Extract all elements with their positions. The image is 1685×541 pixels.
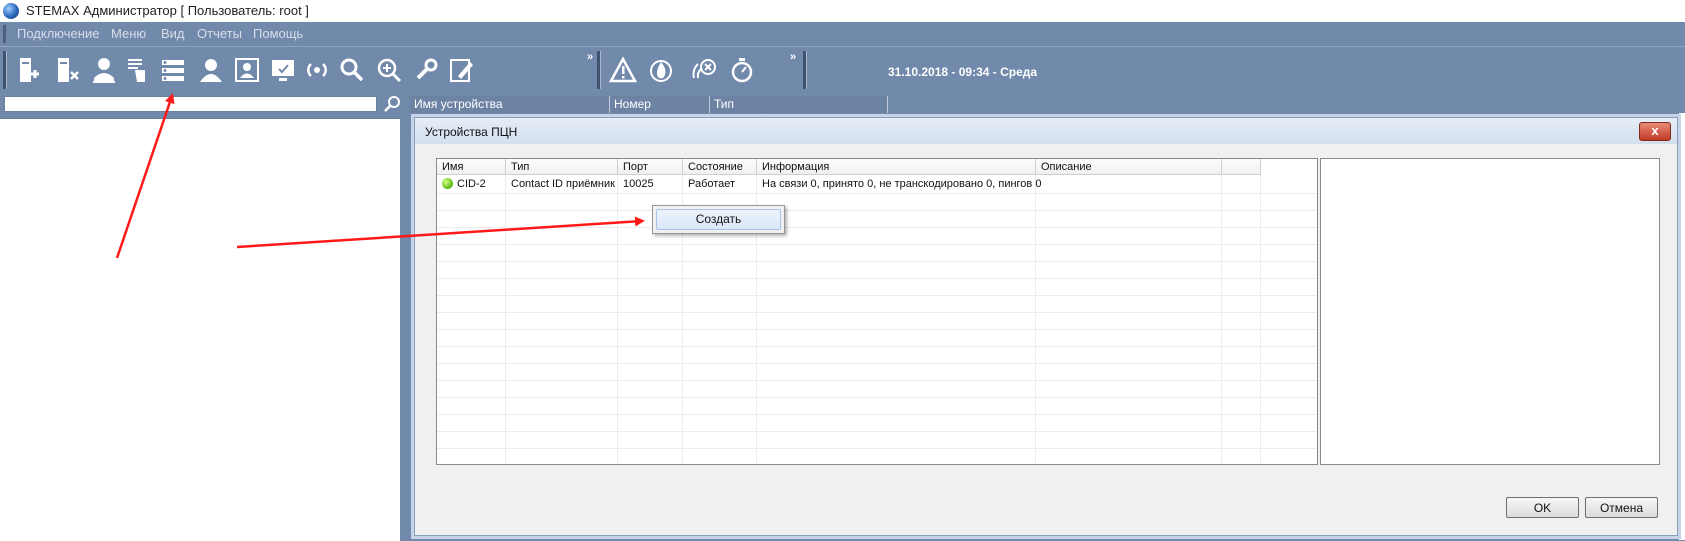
toolbar: » » 31.10.2018 - 09:34 - Среда xyxy=(0,46,1685,93)
main-grid-edge xyxy=(1679,113,1685,540)
menu-reports[interactable]: Отчеты xyxy=(197,26,242,41)
toolbar-separator xyxy=(803,51,807,89)
column-type[interactable]: Тип xyxy=(506,159,618,175)
toolbar-separator xyxy=(597,51,601,89)
table-row xyxy=(437,363,1317,381)
monitor-check-icon[interactable] xyxy=(268,55,298,85)
warning-icon[interactable] xyxy=(608,55,638,85)
menu-view[interactable]: Вид xyxy=(161,26,185,41)
dialog-title: Устройства ПЦН xyxy=(425,125,518,139)
column-state[interactable]: Состояние xyxy=(683,159,757,175)
table-row xyxy=(437,278,1317,296)
table-row xyxy=(437,210,1317,228)
device-name-cell: CID-2 xyxy=(437,176,486,193)
cancel-button[interactable]: Отмена xyxy=(1585,497,1658,518)
no-signal-icon[interactable] xyxy=(689,55,719,85)
table-row xyxy=(437,414,1317,432)
search-icon[interactable] xyxy=(337,55,367,85)
signal-icon[interactable] xyxy=(302,55,332,85)
ok-button[interactable]: OK xyxy=(1506,497,1579,518)
device-name: CID-2 xyxy=(457,178,486,190)
column-name[interactable]: Имя xyxy=(437,159,506,175)
device-type: Contact ID приёмник xyxy=(511,178,615,190)
table-row xyxy=(437,193,1317,211)
column-port[interactable]: Порт xyxy=(618,159,683,175)
close-icon[interactable]: x xyxy=(1639,122,1671,141)
table-row xyxy=(437,397,1317,415)
user-card-icon[interactable] xyxy=(232,55,262,85)
dialog-title-bar: Устройства ПЦН x xyxy=(415,118,1677,144)
toolbar-separator xyxy=(3,51,7,89)
table-row xyxy=(437,227,1317,245)
hand-list-icon[interactable] xyxy=(124,55,154,85)
server-list-icon[interactable] xyxy=(158,55,188,85)
user-stamp-icon[interactable] xyxy=(89,55,119,85)
table-row xyxy=(437,346,1317,364)
datetime-label: 31.10.2018 - 09:34 - Среда xyxy=(888,65,1038,79)
column-filler xyxy=(1222,159,1261,175)
device-state: Работает xyxy=(688,178,736,190)
device-search-input[interactable] xyxy=(4,96,377,112)
device-tree-panel[interactable] xyxy=(0,118,400,541)
context-menu-create[interactable]: Создать xyxy=(656,209,781,230)
pcn-devices-dialog: Устройства ПЦН x Имя Тип Порт Состояние … xyxy=(414,117,1678,536)
menu-menu[interactable]: Меню xyxy=(111,26,146,41)
app-globe-icon xyxy=(3,3,19,19)
context-menu: Создать xyxy=(652,205,785,234)
column-device-name[interactable]: Имя устройства xyxy=(410,96,610,113)
column-type[interactable]: Тип xyxy=(710,96,888,113)
table-row[interactable]: CID-2 Contact ID приёмник 10025 Работает… xyxy=(437,176,1317,194)
device-port: 10025 xyxy=(623,178,654,190)
user-icon[interactable] xyxy=(196,55,226,85)
menu-grip xyxy=(3,25,6,43)
table-row xyxy=(437,431,1317,449)
menu-connection[interactable]: Подключение xyxy=(17,26,99,41)
toolbar-overflow-chevron-2[interactable]: » xyxy=(790,51,796,63)
table-row xyxy=(437,244,1317,262)
table-row xyxy=(437,329,1317,347)
description-panel[interactable] xyxy=(1320,158,1660,465)
stopwatch-icon[interactable] xyxy=(727,55,757,85)
device-remove-icon[interactable] xyxy=(52,55,82,85)
wrench-icon[interactable] xyxy=(411,55,441,85)
device-info: На связи 0, принято 0, не транскодирован… xyxy=(762,178,1042,190)
devices-table[interactable]: Имя Тип Порт Состояние Информация Описан… xyxy=(436,158,1318,465)
window-title: STEMAX Администратор [ Пользователь: roo… xyxy=(26,3,309,18)
column-description[interactable]: Описание xyxy=(1036,159,1222,175)
fire-icon[interactable] xyxy=(646,55,676,85)
title-bar: STEMAX Администратор [ Пользователь: roo… xyxy=(0,0,1685,23)
table-row xyxy=(437,312,1317,330)
search-icon[interactable] xyxy=(382,94,402,114)
menu-help[interactable]: Помощь xyxy=(253,26,303,41)
table-row xyxy=(437,295,1317,313)
menu-bar: Подключение Меню Вид Отчеты Помощь xyxy=(0,22,1685,46)
device-connect-icon[interactable] xyxy=(14,55,44,85)
device-description xyxy=(1036,176,1041,193)
column-info[interactable]: Информация xyxy=(757,159,1036,175)
toolbar-overflow-chevron[interactable]: » xyxy=(587,51,593,63)
table-row xyxy=(437,380,1317,398)
edit-icon[interactable] xyxy=(447,55,477,85)
status-online-icon xyxy=(442,178,453,189)
table-row xyxy=(437,261,1317,279)
zoom-plus-icon[interactable] xyxy=(374,55,404,85)
column-number[interactable]: Номер xyxy=(610,96,710,113)
